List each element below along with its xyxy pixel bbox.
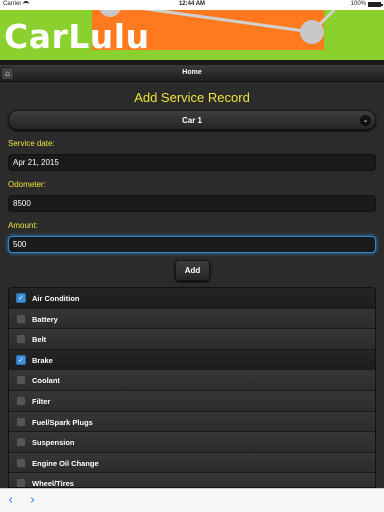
service-item[interactable]: Wheel/Tires xyxy=(9,473,375,488)
car-select[interactable]: Car 1 ⌄ xyxy=(8,110,376,130)
status-bar: Carrier 12:44 AM 100% xyxy=(0,0,384,10)
page-title: Home xyxy=(182,69,202,76)
checkbox[interactable] xyxy=(16,375,26,386)
service-item[interactable]: Fuel/Spark Plugs xyxy=(9,411,375,433)
nav-bar: ⌂ Home xyxy=(0,65,384,82)
service-list: ✓ Air Condition Battery Belt ✓ Brake Coola… xyxy=(8,287,376,488)
service-item[interactable]: Suspension xyxy=(9,432,375,453)
service-item[interactable]: Engine Oil Change xyxy=(9,452,375,474)
service-label: Battery xyxy=(32,314,58,324)
service-label: Engine Oil Change xyxy=(32,458,99,468)
checkbox[interactable] xyxy=(16,478,26,487)
checkbox[interactable]: ✓ xyxy=(16,293,26,303)
form-heading: Add Service Record xyxy=(134,90,250,105)
battery-icon xyxy=(368,1,383,7)
forward-arrow-icon[interactable]: › xyxy=(30,493,35,508)
service-date-label: Service date: xyxy=(8,139,55,148)
service-item[interactable]: Belt xyxy=(9,329,375,350)
checkbox[interactable] xyxy=(16,395,26,406)
amount-field[interactable]: 500 xyxy=(8,236,376,253)
service-label: Air Condition xyxy=(32,294,80,303)
add-button[interactable]: Add xyxy=(175,260,210,281)
back-arrow-icon[interactable]: ‹ xyxy=(8,493,13,508)
service-label: Filter xyxy=(32,396,51,406)
battery-indicator: 100% xyxy=(350,1,383,7)
service-label: Wheel/Tires xyxy=(32,479,74,488)
app-banner: CarLulu xyxy=(0,10,384,60)
service-label: Fuel/Spark Plugs xyxy=(32,417,93,427)
service-label: Belt xyxy=(32,335,47,345)
service-item[interactable]: Battery xyxy=(9,308,375,330)
checkbox[interactable] xyxy=(16,313,26,324)
odometer-label: Odometer: xyxy=(8,180,46,189)
service-label: Suspension xyxy=(32,438,75,448)
service-date-field[interactable]: Apr 21, 2015 xyxy=(8,154,376,171)
service-item[interactable]: Coolant xyxy=(9,370,375,391)
service-label: Brake xyxy=(32,355,53,365)
checkbox[interactable] xyxy=(16,416,26,427)
checkbox[interactable]: ✓ xyxy=(16,354,26,365)
service-label: Coolant xyxy=(32,376,60,386)
checkbox[interactable] xyxy=(16,334,26,345)
odometer-field[interactable]: 8500 xyxy=(8,195,376,212)
chevron-down-icon: ⌄ xyxy=(360,115,371,126)
status-time: 12:44 AM xyxy=(178,1,206,7)
checkbox[interactable] xyxy=(16,437,26,448)
checkbox[interactable] xyxy=(16,457,26,468)
amount-label: Amount: xyxy=(8,221,38,230)
battery-percent: 100% xyxy=(350,1,366,7)
car-select-value: Car 1 xyxy=(181,116,202,125)
browser-toolbar: ‹ › xyxy=(0,488,384,512)
service-item[interactable]: Filter xyxy=(9,390,375,412)
service-item[interactable]: ✓ Brake xyxy=(9,349,375,371)
service-item[interactable]: ✓ Air Condition xyxy=(9,288,375,309)
app-logo: CarLulu xyxy=(4,17,150,56)
